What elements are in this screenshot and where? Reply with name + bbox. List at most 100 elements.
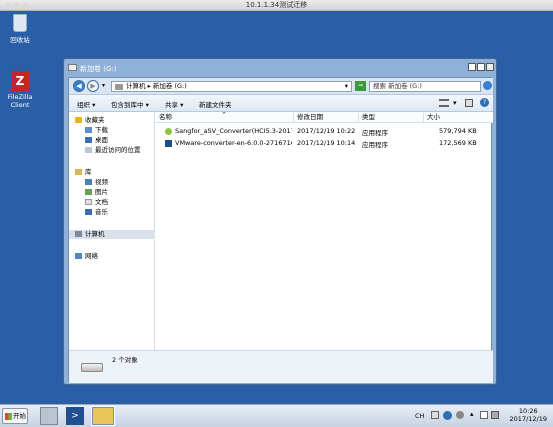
help-icon[interactable]: ? xyxy=(480,98,489,107)
column-header-type[interactable]: 类型 xyxy=(359,113,424,122)
desktop-icon-label: FileZilla Client xyxy=(7,93,33,109)
desktop-icon-recycle-bin[interactable]: 回收站 xyxy=(0,14,40,44)
share-menu[interactable]: 共享 ▾ xyxy=(165,99,183,109)
search-input[interactable]: 搜索 新加卷 (G:) xyxy=(369,81,481,92)
language-indicator[interactable]: CH xyxy=(415,412,424,420)
nav-label: 视频 xyxy=(95,178,108,186)
keyboard-icon[interactable] xyxy=(431,411,439,419)
search-icon[interactable] xyxy=(483,81,492,90)
breadcrumb-computer[interactable]: 计算机 xyxy=(126,82,146,90)
start-label: 开始 xyxy=(13,412,26,420)
powershell-icon[interactable]: > xyxy=(66,407,84,425)
minimize-button[interactable]: _ xyxy=(468,63,476,71)
forward-button[interactable]: ▶ xyxy=(87,80,99,92)
session-title: 10.1.1.34测试迁移 xyxy=(245,1,308,9)
computer-icon xyxy=(115,84,123,90)
organize-menu[interactable]: 组织 ▾ xyxy=(77,99,95,109)
address-input[interactable]: 计算机 ▸ 新加卷 (G:) ▾ xyxy=(111,81,352,92)
zoom-dot-icon[interactable] xyxy=(23,3,29,9)
preview-pane-icon[interactable] xyxy=(465,99,473,107)
file-name: Sangfor_aSV_Converter(HCI5.3-20170... xyxy=(175,127,292,135)
desktop-icon-filezilla[interactable]: Z FileZilla Client xyxy=(0,71,40,109)
start-button[interactable]: 开始 xyxy=(2,408,28,424)
sort-up-icon: ^ xyxy=(222,112,227,118)
folder-icon xyxy=(85,127,92,133)
window-titlebar[interactable]: 新加卷 (G:) _ □ × xyxy=(64,59,496,76)
nav-label: 音乐 xyxy=(95,208,108,216)
nav-label: 文档 xyxy=(95,198,108,206)
filezilla-icon: Z xyxy=(11,71,29,91)
nav-item-desktop[interactable]: 桌面 xyxy=(85,136,108,145)
vmware-app-icon xyxy=(165,140,172,147)
table-row[interactable]: VMware-converter-en-6.0.0-2716716 2017/1… xyxy=(156,138,493,149)
nav-item-pictures[interactable]: 图片 xyxy=(85,188,108,197)
breadcrumb-drive[interactable]: 新加卷 (G:) xyxy=(153,82,187,90)
command-bar: 组织 ▾ 包含到库中 ▾ 共享 ▾ 新建文件夹 ▾ ? xyxy=(69,95,493,112)
nav-item-music[interactable]: 音乐 xyxy=(85,208,108,217)
network-tray-icon[interactable] xyxy=(491,411,499,419)
help-icon[interactable] xyxy=(443,411,452,420)
column-header-date[interactable]: 修改日期 xyxy=(294,113,359,122)
sangfor-app-icon xyxy=(165,128,172,135)
close-dot-icon[interactable] xyxy=(5,3,11,9)
nav-computer[interactable]: 计算机 xyxy=(69,230,155,239)
minimize-dot-icon[interactable] xyxy=(14,3,20,9)
nav-label: 收藏夹 xyxy=(85,116,105,124)
flag-icon[interactable] xyxy=(480,411,488,419)
close-button[interactable]: × xyxy=(486,63,494,71)
share-label: 共享 xyxy=(165,101,178,109)
window-body: ◀ ▶ ▾ 计算机 ▸ 新加卷 (G:) ▾ ⇒ 搜索 新加卷 (G:) 组织 … xyxy=(68,77,493,383)
history-dropdown-icon[interactable]: ▾ xyxy=(102,82,105,89)
nav-item-documents[interactable]: 文档 xyxy=(85,198,108,207)
column-header-name[interactable]: 名称 ^ xyxy=(156,112,294,122)
server-manager-icon[interactable] xyxy=(40,407,58,425)
file-date: 2017/12/19 10:22 xyxy=(297,127,356,135)
status-item-count: 2 个对象 xyxy=(112,356,138,364)
file-list: 名称 ^ 修改日期 类型 大小 Sangfor_aSV_Converter(HCI… xyxy=(156,112,493,350)
nav-item-recent[interactable]: 最近访问的位置 xyxy=(85,146,141,155)
nav-label: 库 xyxy=(85,168,92,176)
view-options-icon[interactable] xyxy=(439,99,449,107)
computer-icon xyxy=(75,231,82,237)
include-library-label: 包含到库中 xyxy=(111,101,144,109)
nav-libraries[interactable]: 库 xyxy=(75,168,92,177)
nav-label: 桌面 xyxy=(95,136,108,144)
documents-icon xyxy=(85,199,92,205)
nav-label: 最近访问的位置 xyxy=(95,146,141,154)
clock[interactable]: 10:26 2017/12/19 xyxy=(510,407,547,423)
column-header-label: 名称 xyxy=(159,113,172,121)
include-library-menu[interactable]: 包含到库中 ▾ xyxy=(111,99,149,109)
nav-item-downloads[interactable]: 下载 xyxy=(85,126,108,135)
desktop: 回收站 Z FileZilla Client 新加卷 (G:) _ □ × ◀ … xyxy=(0,11,553,404)
explorer-taskbar-icon[interactable] xyxy=(91,406,115,426)
column-header-size[interactable]: 大小 xyxy=(424,113,479,122)
maximize-button[interactable]: □ xyxy=(477,63,485,71)
desktop-icon-label: 回收站 xyxy=(10,36,30,44)
file-type: 应用程序 xyxy=(362,141,388,149)
search-placeholder: 搜索 新加卷 (G:) xyxy=(373,82,422,90)
nav-network[interactable]: 网络 xyxy=(75,252,98,261)
nav-label: 下载 xyxy=(95,126,108,134)
nav-label: 图片 xyxy=(95,188,108,196)
remote-session-titlebar: 10.1.1.34测试迁移 xyxy=(0,0,553,11)
nav-item-videos[interactable]: 视频 xyxy=(85,178,108,187)
details-pane: 2 个对象 xyxy=(69,350,493,383)
settings-icon[interactable] xyxy=(456,411,464,419)
file-name: VMware-converter-en-6.0.0-2716716 xyxy=(175,139,292,147)
view-dropdown-icon[interactable]: ▾ xyxy=(453,99,457,107)
nav-label: 计算机 xyxy=(85,230,105,238)
back-button[interactable]: ◀ xyxy=(73,80,85,92)
navigation-pane: 收藏夹 下载 桌面 最近访问的位置 库 视频 图片 文档 音乐 计算机 网络 xyxy=(69,112,155,350)
new-folder-button[interactable]: 新建文件夹 xyxy=(199,99,232,109)
refresh-button[interactable]: ⇒ xyxy=(355,81,366,91)
star-icon xyxy=(75,117,82,123)
show-hidden-icons[interactable]: ▴ xyxy=(470,410,474,418)
table-row[interactable]: Sangfor_aSV_Converter(HCI5.3-20170... 20… xyxy=(156,126,493,137)
window-title: 新加卷 (G:) xyxy=(80,65,117,73)
organize-label: 组织 xyxy=(77,101,90,109)
windows-logo-icon xyxy=(5,413,12,420)
recycle-bin-icon xyxy=(13,14,27,32)
address-dropdown-icon[interactable]: ▾ xyxy=(345,82,348,91)
nav-favorites[interactable]: 收藏夹 xyxy=(75,116,105,125)
drive-icon xyxy=(68,64,77,71)
